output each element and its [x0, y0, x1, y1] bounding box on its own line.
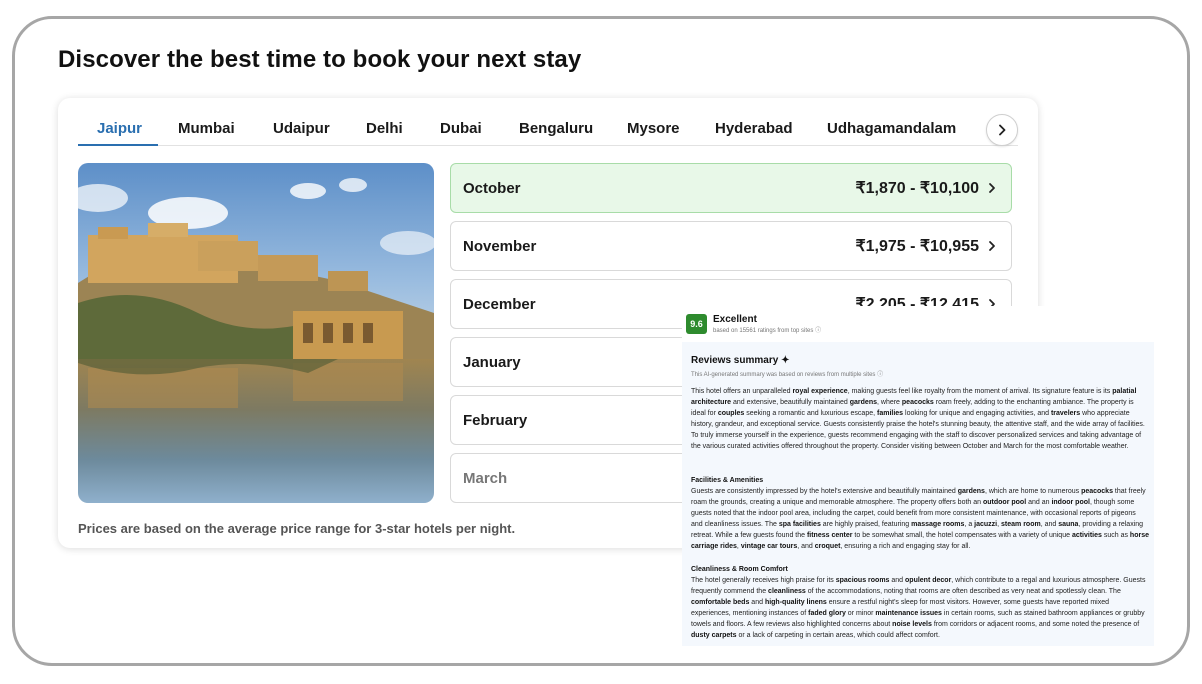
- tab-dubai[interactable]: Dubai: [440, 120, 482, 137]
- section-heading-facilities: Facilities & Amenities: [691, 477, 764, 484]
- month-name: November: [463, 237, 537, 255]
- info-icon[interactable]: ⓘ: [815, 328, 821, 334]
- tab-mysore[interactable]: Mysore: [627, 120, 680, 137]
- tab-bengaluru[interactable]: Bengaluru: [519, 120, 593, 137]
- month-name: October: [463, 179, 521, 197]
- rating-basis: based on 15561 ratings from top sites ⓘ: [713, 326, 821, 337]
- summary-intro: This hotel offers an unparalleled royal …: [691, 388, 1145, 450]
- rating-score-badge: 9.6: [686, 314, 707, 334]
- sparkle-icon: ✦: [781, 355, 790, 366]
- section-text-facilities: Guests are consistently impressed by the…: [691, 488, 1149, 550]
- rating-basis-text: based on 15561 ratings from top sites: [713, 328, 814, 334]
- tab-jaipur[interactable]: Jaipur: [97, 120, 142, 137]
- chevron-right-icon: [989, 183, 995, 193]
- active-tab-indicator: [78, 144, 158, 146]
- amber-fort-image: [78, 163, 434, 503]
- info-icon[interactable]: ⓘ: [877, 372, 883, 378]
- reviews-summary-subtitle-text: This AI-generated summary was based on r…: [691, 372, 876, 378]
- destination-photo: [78, 163, 434, 503]
- price-range: ₹1,975 - ₹10,955: [855, 238, 979, 255]
- section-heading-cleanliness: Cleanliness & Room Comfort: [691, 566, 788, 573]
- reviews-summary-overlay: 9.6 Excellent based on 15561 ratings fro…: [682, 306, 1154, 646]
- chevron-right-icon: [999, 124, 1006, 136]
- month-row-november[interactable]: November ₹1,975 - ₹10,955: [450, 221, 1012, 271]
- tab-mumbai[interactable]: Mumbai: [178, 120, 235, 137]
- price-disclaimer: Prices are based on the average price ra…: [78, 521, 516, 536]
- reviews-summary-title: Reviews summary ✦: [691, 355, 789, 366]
- city-tabs: Jaipur Mumbai Udaipur Delhi Dubai Bengal…: [78, 112, 1018, 146]
- price-range: ₹1,870 - ₹10,100: [855, 180, 979, 197]
- chevron-right-icon: [989, 241, 995, 251]
- tab-delhi[interactable]: Delhi: [366, 120, 403, 137]
- section-text-cleanliness: The hotel generally receives high praise…: [691, 577, 1146, 639]
- page-title: Discover the best time to book your next…: [58, 46, 582, 73]
- reviews-summary-title-text: Reviews summary: [691, 355, 779, 366]
- next-tabs-button[interactable]: [986, 114, 1018, 146]
- tab-hyderabad[interactable]: Hyderabad: [715, 120, 793, 137]
- tab-udhagamandalam[interactable]: Udhagamandalam: [827, 120, 956, 137]
- rating-word: Excellent: [713, 314, 757, 325]
- tab-udaipur[interactable]: Udaipur: [273, 120, 330, 137]
- reviews-summary-subtitle: This AI-generated summary was based on r…: [691, 370, 883, 381]
- month-row-october[interactable]: October ₹1,870 - ₹10,100: [450, 163, 1012, 213]
